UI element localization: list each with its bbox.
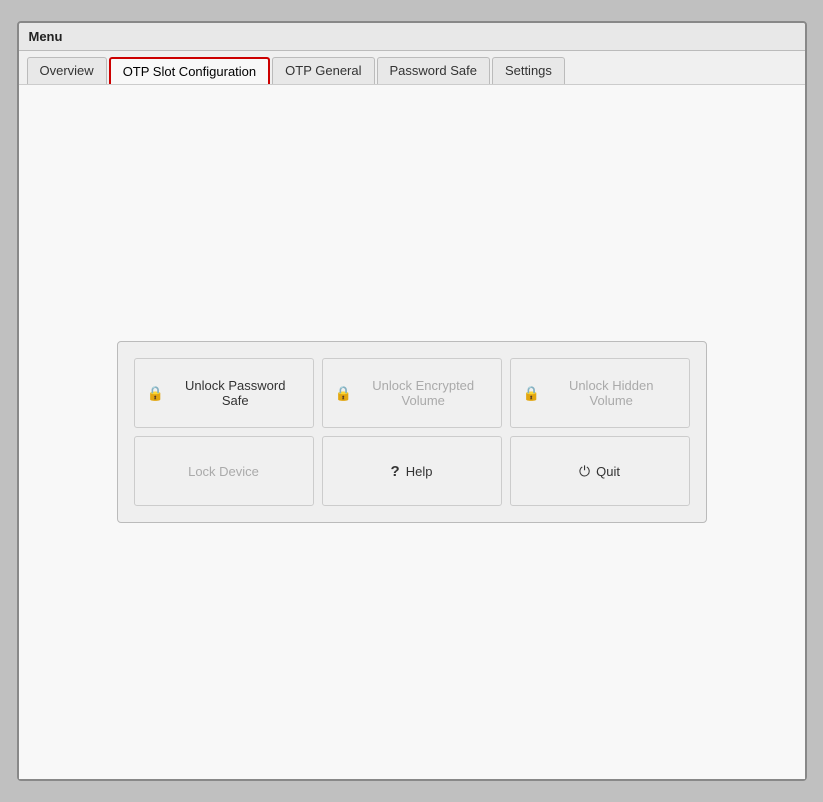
unlock-hidden-volume-button[interactable]: 🔒 Unlock Hidden Volume	[510, 358, 690, 428]
tab-bar: Overview OTP Slot Configuration OTP Gene…	[19, 51, 805, 85]
tab-settings[interactable]: Settings	[492, 57, 565, 84]
tab-overview[interactable]: Overview	[27, 57, 107, 84]
button-grid: 🔒 Unlock Password Safe 🔒 Unlock Encrypte…	[134, 358, 690, 506]
quit-button[interactable]: ⏻ Quit	[510, 436, 690, 506]
lock-encrypted-icon: 🔒	[335, 385, 352, 402]
unlock-password-safe-label: Unlock Password Safe	[170, 378, 301, 408]
unlock-password-safe-button[interactable]: 🔒 Unlock Password Safe	[134, 358, 314, 428]
title-bar: Menu	[19, 23, 805, 51]
lock-device-label: Lock Device	[188, 464, 259, 479]
window-title: Menu	[29, 29, 63, 44]
lock-hidden-icon: 🔒	[523, 385, 540, 402]
power-icon: ⏻	[579, 463, 590, 480]
unlock-hidden-volume-label: Unlock Hidden Volume	[546, 378, 677, 408]
tab-content: 🔒 Unlock Password Safe 🔒 Unlock Encrypte…	[19, 85, 805, 779]
unlock-encrypted-volume-label: Unlock Encrypted Volume	[358, 378, 489, 408]
main-window: Menu Overview OTP Slot Configuration OTP…	[17, 21, 807, 781]
lock-device-button[interactable]: Lock Device	[134, 436, 314, 506]
tab-otp-general[interactable]: OTP General	[272, 57, 374, 84]
quit-label: Quit	[596, 464, 620, 479]
help-label: Help	[406, 464, 433, 479]
tab-password-safe[interactable]: Password Safe	[377, 57, 490, 84]
lock-icon: 🔒	[147, 385, 164, 402]
button-grid-container: 🔒 Unlock Password Safe 🔒 Unlock Encrypte…	[117, 341, 707, 523]
unlock-encrypted-volume-button[interactable]: 🔒 Unlock Encrypted Volume	[322, 358, 502, 428]
help-icon: ?	[391, 463, 400, 480]
tab-otp-slot[interactable]: OTP Slot Configuration	[109, 57, 270, 84]
help-button[interactable]: ? Help	[322, 436, 502, 506]
